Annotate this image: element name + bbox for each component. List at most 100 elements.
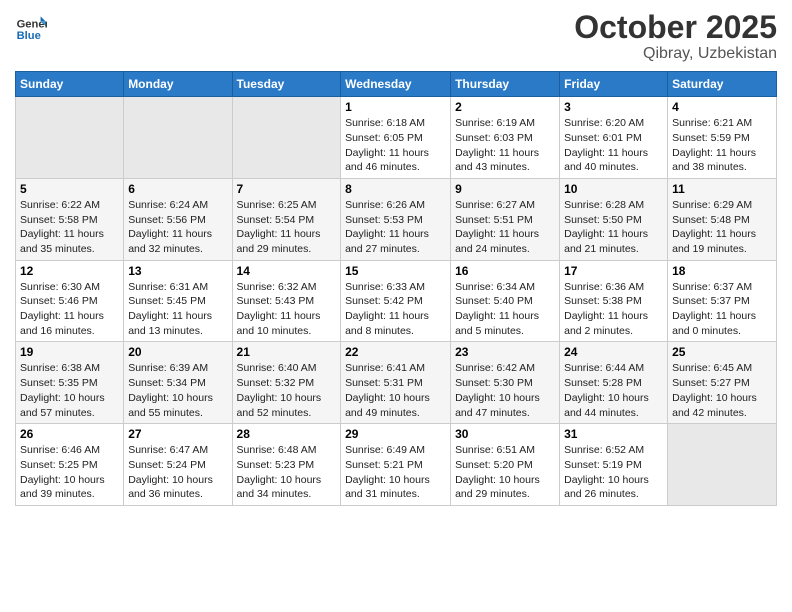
day-info: Sunrise: 6:24 AMSunset: 5:56 PMDaylight:… [128, 198, 227, 257]
calendar-cell: 5 Sunrise: 6:22 AMSunset: 5:58 PMDayligh… [16, 178, 124, 260]
day-number: 5 [20, 182, 119, 196]
svg-text:Blue: Blue [17, 30, 41, 42]
calendar-cell: 31 Sunrise: 6:52 AMSunset: 5:19 PMDaylig… [560, 424, 668, 506]
calendar-cell: 10 Sunrise: 6:28 AMSunset: 5:50 PMDaylig… [560, 178, 668, 260]
day-info: Sunrise: 6:26 AMSunset: 5:53 PMDaylight:… [345, 198, 446, 257]
calendar-cell: 12 Sunrise: 6:30 AMSunset: 5:46 PMDaylig… [16, 260, 124, 342]
day-number: 25 [672, 345, 772, 359]
day-number: 3 [564, 100, 663, 114]
day-info: Sunrise: 6:51 AMSunset: 5:20 PMDaylight:… [455, 443, 555, 502]
logo: General Blue [15, 10, 47, 42]
col-monday: Monday [124, 72, 232, 97]
calendar-cell: 22 Sunrise: 6:41 AMSunset: 5:31 PMDaylig… [341, 342, 451, 424]
calendar-cell: 9 Sunrise: 6:27 AMSunset: 5:51 PMDayligh… [451, 178, 560, 260]
day-number: 21 [237, 345, 337, 359]
col-tuesday: Tuesday [232, 72, 341, 97]
day-info: Sunrise: 6:37 AMSunset: 5:37 PMDaylight:… [672, 280, 772, 339]
logo-icon: General Blue [15, 10, 47, 42]
day-number: 13 [128, 264, 227, 278]
calendar-week-row: 5 Sunrise: 6:22 AMSunset: 5:58 PMDayligh… [16, 178, 777, 260]
calendar-cell: 27 Sunrise: 6:47 AMSunset: 5:24 PMDaylig… [124, 424, 232, 506]
col-thursday: Thursday [451, 72, 560, 97]
header: General Blue October 2025 Qibray, Uzbeki… [15, 10, 777, 63]
day-info: Sunrise: 6:45 AMSunset: 5:27 PMDaylight:… [672, 361, 772, 420]
day-number: 24 [564, 345, 663, 359]
calendar-cell [668, 424, 777, 506]
col-friday: Friday [560, 72, 668, 97]
day-info: Sunrise: 6:28 AMSunset: 5:50 PMDaylight:… [564, 198, 663, 257]
day-info: Sunrise: 6:46 AMSunset: 5:25 PMDaylight:… [20, 443, 119, 502]
calendar-cell: 3 Sunrise: 6:20 AMSunset: 6:01 PMDayligh… [560, 97, 668, 179]
calendar-cell: 6 Sunrise: 6:24 AMSunset: 5:56 PMDayligh… [124, 178, 232, 260]
page: General Blue October 2025 Qibray, Uzbeki… [0, 0, 792, 612]
location: Qibray, Uzbekistan [574, 45, 777, 63]
calendar-cell: 17 Sunrise: 6:36 AMSunset: 5:38 PMDaylig… [560, 260, 668, 342]
day-info: Sunrise: 6:32 AMSunset: 5:43 PMDaylight:… [237, 280, 337, 339]
calendar-cell: 8 Sunrise: 6:26 AMSunset: 5:53 PMDayligh… [341, 178, 451, 260]
calendar-cell: 16 Sunrise: 6:34 AMSunset: 5:40 PMDaylig… [451, 260, 560, 342]
calendar-week-row: 19 Sunrise: 6:38 AMSunset: 5:35 PMDaylig… [16, 342, 777, 424]
col-saturday: Saturday [668, 72, 777, 97]
day-info: Sunrise: 6:29 AMSunset: 5:48 PMDaylight:… [672, 198, 772, 257]
day-number: 10 [564, 182, 663, 196]
day-number: 18 [672, 264, 772, 278]
calendar-cell: 26 Sunrise: 6:46 AMSunset: 5:25 PMDaylig… [16, 424, 124, 506]
day-number: 16 [455, 264, 555, 278]
day-number: 11 [672, 182, 772, 196]
day-number: 23 [455, 345, 555, 359]
calendar-cell: 30 Sunrise: 6:51 AMSunset: 5:20 PMDaylig… [451, 424, 560, 506]
day-number: 22 [345, 345, 446, 359]
day-info: Sunrise: 6:30 AMSunset: 5:46 PMDaylight:… [20, 280, 119, 339]
day-number: 17 [564, 264, 663, 278]
calendar-cell: 2 Sunrise: 6:19 AMSunset: 6:03 PMDayligh… [451, 97, 560, 179]
calendar-cell: 20 Sunrise: 6:39 AMSunset: 5:34 PMDaylig… [124, 342, 232, 424]
day-number: 29 [345, 427, 446, 441]
day-info: Sunrise: 6:36 AMSunset: 5:38 PMDaylight:… [564, 280, 663, 339]
day-info: Sunrise: 6:48 AMSunset: 5:23 PMDaylight:… [237, 443, 337, 502]
calendar-cell: 25 Sunrise: 6:45 AMSunset: 5:27 PMDaylig… [668, 342, 777, 424]
day-info: Sunrise: 6:47 AMSunset: 5:24 PMDaylight:… [128, 443, 227, 502]
day-number: 30 [455, 427, 555, 441]
calendar-cell [16, 97, 124, 179]
calendar-cell [124, 97, 232, 179]
day-number: 15 [345, 264, 446, 278]
calendar-cell: 28 Sunrise: 6:48 AMSunset: 5:23 PMDaylig… [232, 424, 341, 506]
day-number: 31 [564, 427, 663, 441]
month-title: October 2025 [574, 10, 777, 45]
day-number: 8 [345, 182, 446, 196]
calendar-cell: 1 Sunrise: 6:18 AMSunset: 6:05 PMDayligh… [341, 97, 451, 179]
calendar-cell: 4 Sunrise: 6:21 AMSunset: 5:59 PMDayligh… [668, 97, 777, 179]
calendar-cell: 11 Sunrise: 6:29 AMSunset: 5:48 PMDaylig… [668, 178, 777, 260]
day-info: Sunrise: 6:20 AMSunset: 6:01 PMDaylight:… [564, 116, 663, 175]
day-number: 28 [237, 427, 337, 441]
calendar-cell [232, 97, 341, 179]
day-info: Sunrise: 6:19 AMSunset: 6:03 PMDaylight:… [455, 116, 555, 175]
day-number: 26 [20, 427, 119, 441]
col-sunday: Sunday [16, 72, 124, 97]
day-info: Sunrise: 6:31 AMSunset: 5:45 PMDaylight:… [128, 280, 227, 339]
day-info: Sunrise: 6:38 AMSunset: 5:35 PMDaylight:… [20, 361, 119, 420]
day-info: Sunrise: 6:39 AMSunset: 5:34 PMDaylight:… [128, 361, 227, 420]
calendar-cell: 14 Sunrise: 6:32 AMSunset: 5:43 PMDaylig… [232, 260, 341, 342]
day-info: Sunrise: 6:18 AMSunset: 6:05 PMDaylight:… [345, 116, 446, 175]
day-number: 9 [455, 182, 555, 196]
calendar-cell: 29 Sunrise: 6:49 AMSunset: 5:21 PMDaylig… [341, 424, 451, 506]
day-info: Sunrise: 6:25 AMSunset: 5:54 PMDaylight:… [237, 198, 337, 257]
title-block: October 2025 Qibray, Uzbekistan [574, 10, 777, 63]
day-info: Sunrise: 6:33 AMSunset: 5:42 PMDaylight:… [345, 280, 446, 339]
day-info: Sunrise: 6:40 AMSunset: 5:32 PMDaylight:… [237, 361, 337, 420]
col-wednesday: Wednesday [341, 72, 451, 97]
day-info: Sunrise: 6:27 AMSunset: 5:51 PMDaylight:… [455, 198, 555, 257]
calendar-cell: 7 Sunrise: 6:25 AMSunset: 5:54 PMDayligh… [232, 178, 341, 260]
day-number: 1 [345, 100, 446, 114]
day-number: 19 [20, 345, 119, 359]
calendar-cell: 24 Sunrise: 6:44 AMSunset: 5:28 PMDaylig… [560, 342, 668, 424]
calendar-cell: 13 Sunrise: 6:31 AMSunset: 5:45 PMDaylig… [124, 260, 232, 342]
calendar-cell: 18 Sunrise: 6:37 AMSunset: 5:37 PMDaylig… [668, 260, 777, 342]
calendar-week-row: 26 Sunrise: 6:46 AMSunset: 5:25 PMDaylig… [16, 424, 777, 506]
day-info: Sunrise: 6:42 AMSunset: 5:30 PMDaylight:… [455, 361, 555, 420]
calendar-header-row: Sunday Monday Tuesday Wednesday Thursday… [16, 72, 777, 97]
day-number: 12 [20, 264, 119, 278]
day-info: Sunrise: 6:41 AMSunset: 5:31 PMDaylight:… [345, 361, 446, 420]
day-info: Sunrise: 6:52 AMSunset: 5:19 PMDaylight:… [564, 443, 663, 502]
